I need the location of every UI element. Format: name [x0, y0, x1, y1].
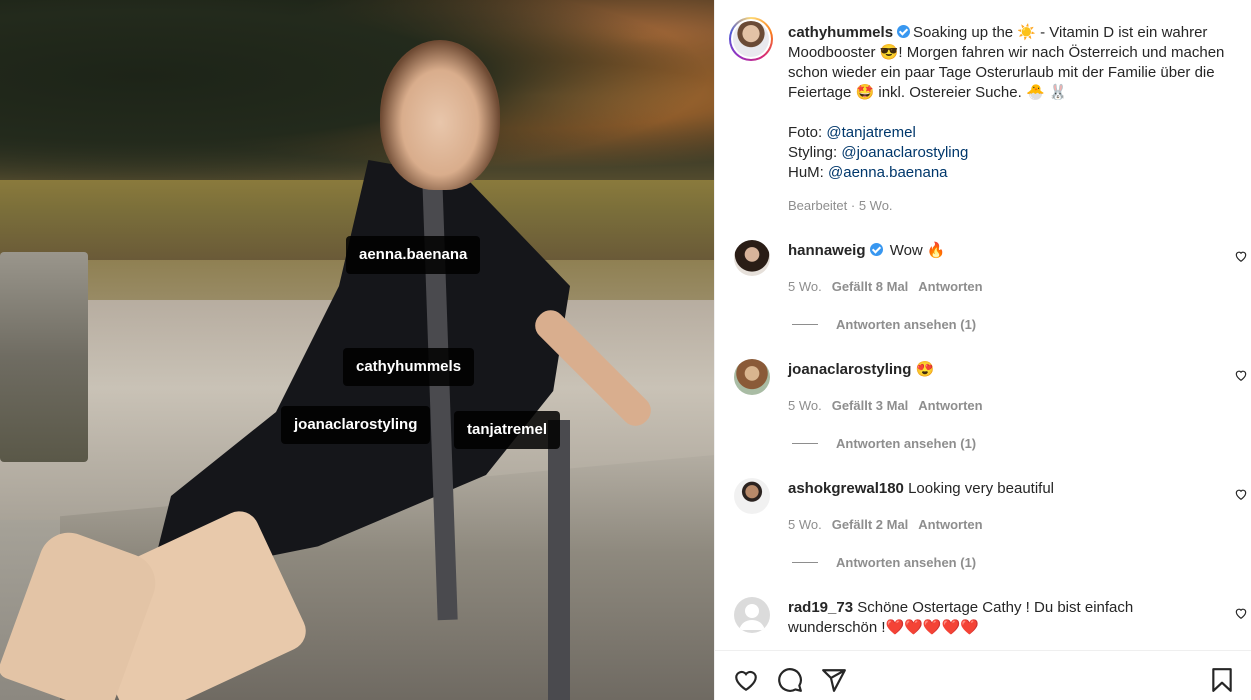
default-avatar-icon — [739, 604, 765, 630]
instagram-post-view: aenna.baenana cathyhummels joanaclarosty… — [0, 0, 1251, 700]
mention-link-styling[interactable]: @joanaclarostyling — [841, 144, 968, 161]
comment-like-heart-icon[interactable] — [1234, 487, 1248, 501]
author-avatar[interactable] — [729, 17, 773, 61]
comment-like-heart-icon[interactable] — [1234, 249, 1248, 263]
author-avatar-image — [733, 21, 769, 57]
view-replies-label: Antworten ansehen (1) — [836, 317, 977, 332]
commenter-avatar[interactable] — [734, 240, 770, 276]
view-replies-label: Antworten ansehen (1) — [836, 555, 977, 570]
photo-stone-pillar — [0, 252, 88, 462]
commenter-username[interactable]: ashokgrewal180 — [788, 480, 904, 497]
photo-tag-cathyhummels[interactable]: cathyhummels — [343, 348, 475, 386]
commenter-avatar[interactable] — [734, 359, 770, 395]
comment-actions: 5 Wo. Gefällt 8 Mal Antworten — [788, 279, 993, 294]
photo-tag-tanjatremel[interactable]: tanjatremel — [454, 411, 561, 449]
replies-divider — [792, 324, 818, 325]
commenter-username[interactable]: hannaweig — [788, 242, 866, 259]
post-action-bar — [715, 650, 1251, 700]
comment-likes[interactable]: Gefällt 3 Mal — [832, 398, 909, 413]
post-meta: Bearbeitet · 5 Wo. — [788, 198, 893, 213]
author-username[interactable]: cathyhummels — [788, 24, 893, 41]
comment-body: joanaclarostyling 😍 — [788, 360, 1208, 380]
comment-body: ashokgrewal180 Looking very beautiful — [788, 479, 1208, 499]
commenter-avatar[interactable] — [734, 597, 770, 633]
replies-divider — [792, 562, 818, 563]
photo-strap — [548, 420, 570, 700]
verified-badge-icon — [869, 243, 883, 256]
comment-like-heart-icon[interactable] — [1234, 606, 1248, 620]
comment-time[interactable]: 5 Wo. — [788, 279, 822, 294]
comment-actions: 5 Wo. Gefällt 2 Mal Antworten — [788, 517, 993, 532]
commenter-avatar[interactable] — [734, 478, 770, 514]
view-replies-button[interactable]: Antworten ansehen (1) — [792, 436, 976, 451]
post-side-panel: cathyhummels Soaking up the ☀️ - Vitamin … — [714, 0, 1251, 700]
view-replies-button[interactable]: Antworten ansehen (1) — [792, 555, 976, 570]
view-replies-label: Antworten ansehen (1) — [836, 436, 977, 451]
photo-tag-aenna[interactable]: aenna.baenana — [346, 236, 481, 274]
comment-actions: 5 Wo. Gefällt 3 Mal Antworten — [788, 398, 993, 413]
comment-likes[interactable]: Gefällt 2 Mal — [832, 517, 909, 532]
comment-time[interactable]: 5 Wo. — [788, 398, 822, 413]
heart-icon[interactable] — [733, 667, 759, 693]
comment-body: hannaweig Wow 🔥 — [788, 241, 1208, 261]
comment-icon[interactable] — [777, 667, 803, 693]
comment-reply-button[interactable]: Antworten — [918, 517, 982, 532]
comment-time[interactable]: 5 Wo. — [788, 517, 822, 532]
comment-text: Looking very beautiful — [908, 480, 1055, 497]
photo-person-head — [380, 40, 500, 190]
photo-background-trees — [0, 0, 714, 190]
bookmark-icon[interactable] — [1209, 667, 1235, 693]
comment-text: Wow 🔥 — [889, 242, 946, 259]
post-caption: cathyhummels Soaking up the ☀️ - Vitamin … — [788, 23, 1243, 183]
comment-text: 😍 — [915, 361, 935, 378]
replies-divider — [792, 443, 818, 444]
comment-like-heart-icon[interactable] — [1234, 368, 1248, 382]
verified-badge-icon — [897, 25, 911, 38]
post-photo[interactable]: aenna.baenana cathyhummels joanaclarosty… — [0, 0, 714, 700]
comment-reply-button[interactable]: Antworten — [918, 279, 982, 294]
credit-hum-label: HuM: — [788, 164, 829, 181]
photo-tag-joanaclarostyling[interactable]: joanaclarostyling — [281, 406, 431, 444]
commenter-username[interactable]: joanaclarostyling — [788, 361, 911, 378]
commenter-username[interactable]: rad19_73 — [788, 599, 853, 616]
comment-likes[interactable]: Gefällt 8 Mal — [832, 279, 909, 294]
mention-link-foto[interactable]: @tanjatremel — [826, 124, 915, 141]
view-replies-button[interactable]: Antworten ansehen (1) — [792, 317, 976, 332]
credit-styling-label: Styling: — [788, 144, 842, 161]
credit-foto-label: Foto: — [788, 124, 827, 141]
share-icon[interactable] — [821, 667, 847, 693]
comments-scroll-area[interactable]: cathyhummels Soaking up the ☀️ - Vitamin … — [715, 0, 1251, 650]
mention-link-hum[interactable]: @aenna.baenana — [828, 164, 948, 181]
comment-body: rad19_73 Schöne Ostertage Cathy ! Du bis… — [788, 598, 1208, 638]
comment-reply-button[interactable]: Antworten — [918, 398, 982, 413]
